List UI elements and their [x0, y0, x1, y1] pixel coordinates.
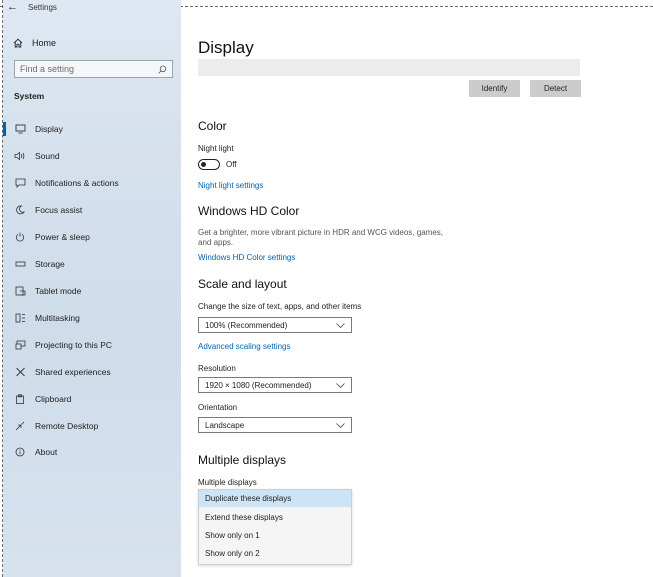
advanced-scaling-link[interactable]: Advanced scaling settings: [198, 342, 291, 351]
tablet-icon: [13, 286, 27, 296]
clipboard-icon: [13, 394, 27, 404]
sidebar-item-shared-experiences[interactable]: Shared experiences: [13, 365, 111, 379]
search-input[interactable]: [20, 64, 150, 74]
remote-icon: [13, 421, 27, 431]
chevron-down-icon: [336, 422, 345, 428]
sidebar-item-label: Multitasking: [35, 313, 80, 323]
storage-icon: [13, 260, 27, 268]
hd-color-settings-link[interactable]: Windows HD Color settings: [198, 253, 295, 262]
search-box[interactable]: [14, 60, 173, 78]
section-title-system: System: [14, 91, 45, 101]
page-title: Display: [198, 38, 254, 57]
resolution-select-value: 1920 × 1080 (Recommended): [205, 380, 312, 390]
night-light-label: Night light: [198, 144, 234, 153]
sidebar-item-display[interactable]: Display: [13, 122, 63, 136]
sidebar-item-notifications[interactable]: Notifications & actions: [13, 176, 119, 190]
dropdown-option-show-only-2[interactable]: Show only on 2: [199, 545, 351, 562]
identify-button[interactable]: Identify: [469, 80, 520, 97]
sidebar-item-label: About: [35, 447, 58, 457]
dropdown-option-extend[interactable]: Extend these displays: [199, 509, 351, 526]
night-light-settings-link[interactable]: Night light settings: [198, 181, 263, 190]
multiple-displays-heading: Multiple displays: [198, 453, 287, 467]
sidebar-item-label: Notifications & actions: [35, 178, 119, 188]
sidebar-item-power-sleep[interactable]: Power & sleep: [13, 230, 90, 244]
multiple-displays-dropdown[interactable]: Duplicate these displays Extend these di…: [198, 489, 352, 565]
home-label: Home: [32, 38, 57, 48]
sidebar-item-tablet-mode[interactable]: Tablet mode: [13, 284, 81, 298]
monitor-icon: [13, 124, 27, 134]
window-title: Settings: [28, 2, 57, 12]
sidebar-item-label: Focus assist: [35, 205, 83, 215]
sidebar-item-storage[interactable]: Storage: [13, 257, 65, 271]
speaker-icon: [13, 151, 27, 161]
chevron-down-icon: [336, 322, 345, 328]
multiple-displays-label: Multiple displays: [198, 478, 257, 487]
detect-button[interactable]: Detect: [530, 80, 581, 97]
sidebar-item-label: Clipboard: [35, 394, 72, 404]
sidebar-item-label: Tablet mode: [35, 286, 82, 296]
moon-icon: [13, 205, 27, 215]
hd-color-heading: Windows HD Color: [198, 204, 300, 218]
sidebar-item-projecting[interactable]: Projecting to this PC: [13, 338, 112, 352]
scale-layout-heading: Scale and layout: [198, 277, 287, 291]
multitasking-icon: [13, 313, 27, 323]
scale-select[interactable]: 100% (Recommended): [198, 317, 352, 333]
sidebar-item-label: Sound: [35, 151, 60, 161]
dropdown-option-duplicate[interactable]: Duplicate these displays: [199, 490, 351, 507]
orientation-label: Orientation: [198, 403, 238, 412]
sidebar-item-remote-desktop[interactable]: Remote Desktop: [13, 419, 98, 433]
sidebar-item-about[interactable]: About: [13, 445, 57, 459]
sidebar-item-clipboard[interactable]: Clipboard: [13, 392, 71, 406]
power-icon: [13, 232, 27, 242]
resolution-label: Resolution: [198, 364, 236, 373]
sidebar-item-label: Power & sleep: [35, 232, 90, 242]
sidebar-item-label: Remote Desktop: [35, 421, 99, 431]
sidebar: ← Settings Home System Display Sound Not…: [3, 0, 181, 577]
projector-icon: [13, 340, 27, 350]
sidebar-item-label: Storage: [35, 259, 65, 269]
notifications-icon: [13, 178, 27, 188]
sidebar-item-label: Projecting to this PC: [35, 340, 113, 350]
night-light-toggle[interactable]: [198, 159, 220, 170]
back-arrow-icon[interactable]: ←: [7, 1, 18, 13]
dropdown-option-show-only-1[interactable]: Show only on 1: [199, 527, 351, 544]
main-content: Display Identify Detect Color Night ligh…: [181, 7, 647, 577]
home-nav[interactable]: Home: [13, 38, 56, 48]
sidebar-item-multitasking[interactable]: Multitasking: [13, 311, 80, 325]
home-icon: [13, 38, 23, 48]
resolution-select[interactable]: 1920 × 1080 (Recommended): [198, 377, 352, 393]
hd-color-description: Get a brighter, more vibrant picture in …: [198, 228, 443, 247]
sidebar-item-focus-assist[interactable]: Focus assist: [13, 203, 82, 217]
search-icon[interactable]: [158, 65, 167, 74]
info-icon: [13, 447, 27, 457]
sidebar-item-label: Display: [35, 124, 63, 134]
orientation-select[interactable]: Landscape: [198, 417, 352, 433]
display-arrangement-area[interactable]: [198, 59, 580, 76]
size-label: Change the size of text, apps, and other…: [198, 302, 362, 311]
sidebar-item-sound[interactable]: Sound: [13, 149, 60, 163]
active-indicator: [3, 122, 6, 136]
scale-select-value: 100% (Recommended): [205, 320, 288, 330]
title-bar: ← Settings: [7, 0, 57, 14]
color-heading: Color: [198, 119, 227, 133]
orientation-select-value: Landscape: [205, 420, 245, 430]
night-light-state: Off: [226, 160, 237, 169]
sidebar-item-label: Shared experiences: [35, 367, 111, 377]
shared-icon: [13, 367, 27, 377]
chevron-down-icon: [336, 382, 345, 388]
